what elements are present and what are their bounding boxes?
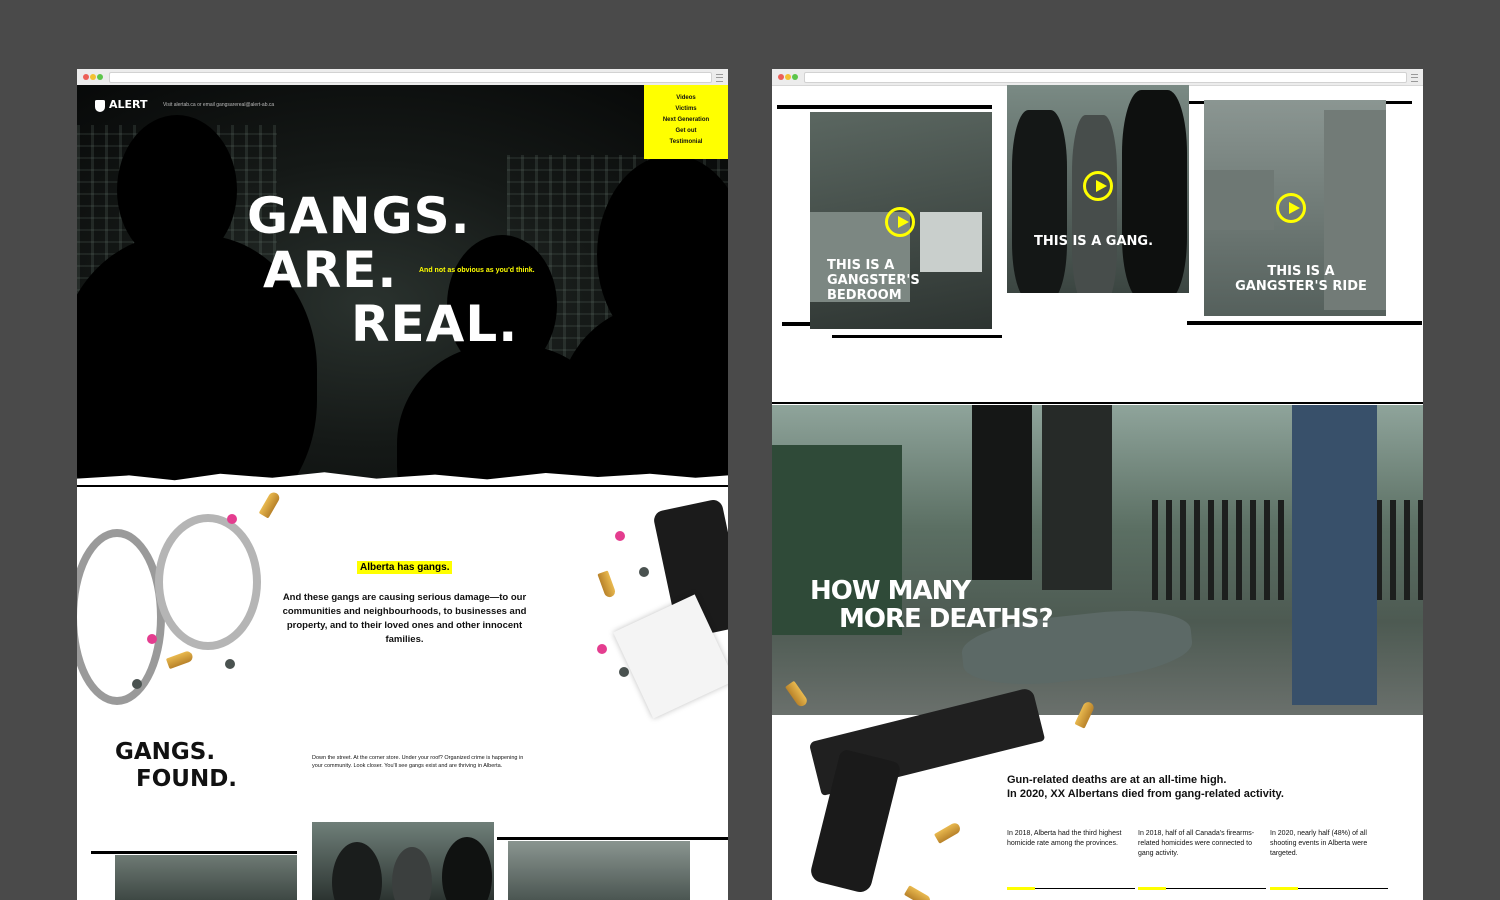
minimize-dot[interactable] xyxy=(785,74,791,80)
divider xyxy=(1298,888,1388,889)
video-caption: THIS IS A GANGSTER'S RIDE xyxy=(1235,264,1367,294)
person-figure xyxy=(1292,405,1377,705)
video-caption: THIS IS A GANG. xyxy=(1034,234,1154,249)
video-card-ride[interactable]: THIS IS A GANGSTER'S RIDE xyxy=(1204,100,1386,316)
deaths-headline-1: HOW MANY xyxy=(810,576,971,606)
deaths-headline-2: MORE DEATHS? xyxy=(839,604,1054,634)
stats-heading-2: In 2020, XX Albertans died from gang-rel… xyxy=(1007,788,1284,800)
divider xyxy=(91,851,297,854)
highlight-text: Alberta has gangs. xyxy=(357,561,453,574)
nav-item-get-out[interactable]: Get out xyxy=(644,126,728,137)
stats-heading-1: Gun-related deaths are at an all-time hi… xyxy=(1007,774,1227,786)
pill-image xyxy=(227,514,237,524)
stat-item: In 2018, Alberta had the third highest h… xyxy=(1007,830,1122,847)
bullet-image xyxy=(165,649,195,670)
hamburger-icon[interactable] xyxy=(1411,74,1418,82)
video-caption: THIS IS A GANGSTER'S BEDROOM xyxy=(827,258,920,303)
bullet-image xyxy=(597,570,617,599)
pill-image xyxy=(619,667,629,677)
hero-tagline: And not as obvious as you'd think. xyxy=(419,267,535,274)
intro-body: And these gangs are causing serious dama… xyxy=(282,592,527,645)
bullet-image xyxy=(903,885,933,900)
browser-window-right: THIS IS A GANGSTER'S BEDROOM THIS IS A G… xyxy=(772,69,1423,900)
pill-image xyxy=(639,567,649,577)
pill-image xyxy=(225,659,235,669)
hero-title-line2: ARE. xyxy=(263,241,398,299)
hamburger-icon[interactable] xyxy=(716,74,723,82)
divider xyxy=(777,105,992,109)
pill-image xyxy=(615,531,625,541)
found-title-line2: FOUND. xyxy=(136,766,238,792)
stat-accent-bar xyxy=(1270,887,1298,890)
nav-menu: Videos Victims Next Generation Get out T… xyxy=(644,85,728,159)
found-body: Down the street. At the corner store. Un… xyxy=(312,755,524,769)
hero-title-line1: GANGS. xyxy=(247,187,471,245)
person-figure xyxy=(1012,110,1067,293)
deaths-hero-image: HOW MANY MORE DEATHS? xyxy=(772,405,1423,715)
handcuffs-image xyxy=(155,514,261,650)
person-figure xyxy=(332,842,382,900)
alert-logo-icon xyxy=(95,100,105,112)
nav-item-videos[interactable]: Videos xyxy=(644,93,728,104)
maximize-dot[interactable] xyxy=(792,74,798,80)
play-icon[interactable] xyxy=(885,207,915,237)
divider xyxy=(1035,888,1135,889)
address-bar[interactable] xyxy=(109,72,712,83)
pill-image xyxy=(597,644,607,654)
stat-accent-bar xyxy=(1138,887,1166,890)
stat-item: In 2020, nearly half (48%) of all shooti… xyxy=(1270,830,1368,857)
divider xyxy=(77,485,728,487)
fence-image xyxy=(1152,500,1423,600)
address-bar[interactable] xyxy=(804,72,1407,83)
video-thumb-ride[interactable] xyxy=(508,841,690,900)
person-figure xyxy=(392,847,432,900)
intro-highlight: Alberta has gangs. xyxy=(357,561,453,574)
nav-item-victims[interactable]: Victims xyxy=(644,104,728,115)
person-figure xyxy=(1042,405,1112,590)
hero-title-line3: REAL. xyxy=(351,295,519,353)
nav-item-next-generation[interactable]: Next Generation xyxy=(644,115,728,126)
brand-logo[interactable]: ALERT xyxy=(109,98,148,111)
video-thumb-gang[interactable] xyxy=(312,822,494,900)
browser-window-left: ALERT Visit alertab.ca or email gangsare… xyxy=(77,69,728,900)
browser-chrome xyxy=(77,69,728,86)
video-card-gang[interactable]: THIS IS A GANG. xyxy=(1007,85,1189,293)
bullet-image xyxy=(933,821,963,844)
handcuffs-image xyxy=(77,529,165,705)
building-image xyxy=(1204,170,1274,230)
divider xyxy=(1187,321,1422,325)
play-icon[interactable] xyxy=(1083,171,1113,201)
person-figure xyxy=(1122,90,1187,293)
divider xyxy=(1166,888,1266,889)
contact-line: Visit alertab.ca or email gangsarereal@a… xyxy=(163,102,275,108)
pill-image xyxy=(132,679,142,689)
pill-image xyxy=(147,634,157,644)
video-card-bedroom[interactable]: THIS IS A GANGSTER'S BEDROOM xyxy=(810,112,992,329)
maximize-dot[interactable] xyxy=(97,74,103,80)
video-thumb-room[interactable] xyxy=(115,855,297,900)
divider xyxy=(497,837,728,840)
divider xyxy=(772,402,1423,404)
divider xyxy=(832,335,1002,338)
person-figure xyxy=(442,837,492,900)
person-figure xyxy=(1072,115,1117,293)
stat-accent-bar xyxy=(1007,887,1035,890)
minimize-dot[interactable] xyxy=(90,74,96,80)
close-dot[interactable] xyxy=(83,74,89,80)
hero-section: ALERT Visit alertab.ca or email gangsare… xyxy=(77,85,728,483)
play-icon[interactable] xyxy=(1276,193,1306,223)
close-dot[interactable] xyxy=(778,74,784,80)
browser-chrome xyxy=(772,69,1423,86)
stat-item: In 2018, half of all Canada's firearms-r… xyxy=(1138,830,1255,857)
nav-item-testimonial[interactable]: Testimonial xyxy=(644,137,728,148)
bullet-image xyxy=(258,490,282,519)
person-figure xyxy=(972,405,1032,580)
found-title-line1: GANGS. xyxy=(115,739,216,765)
